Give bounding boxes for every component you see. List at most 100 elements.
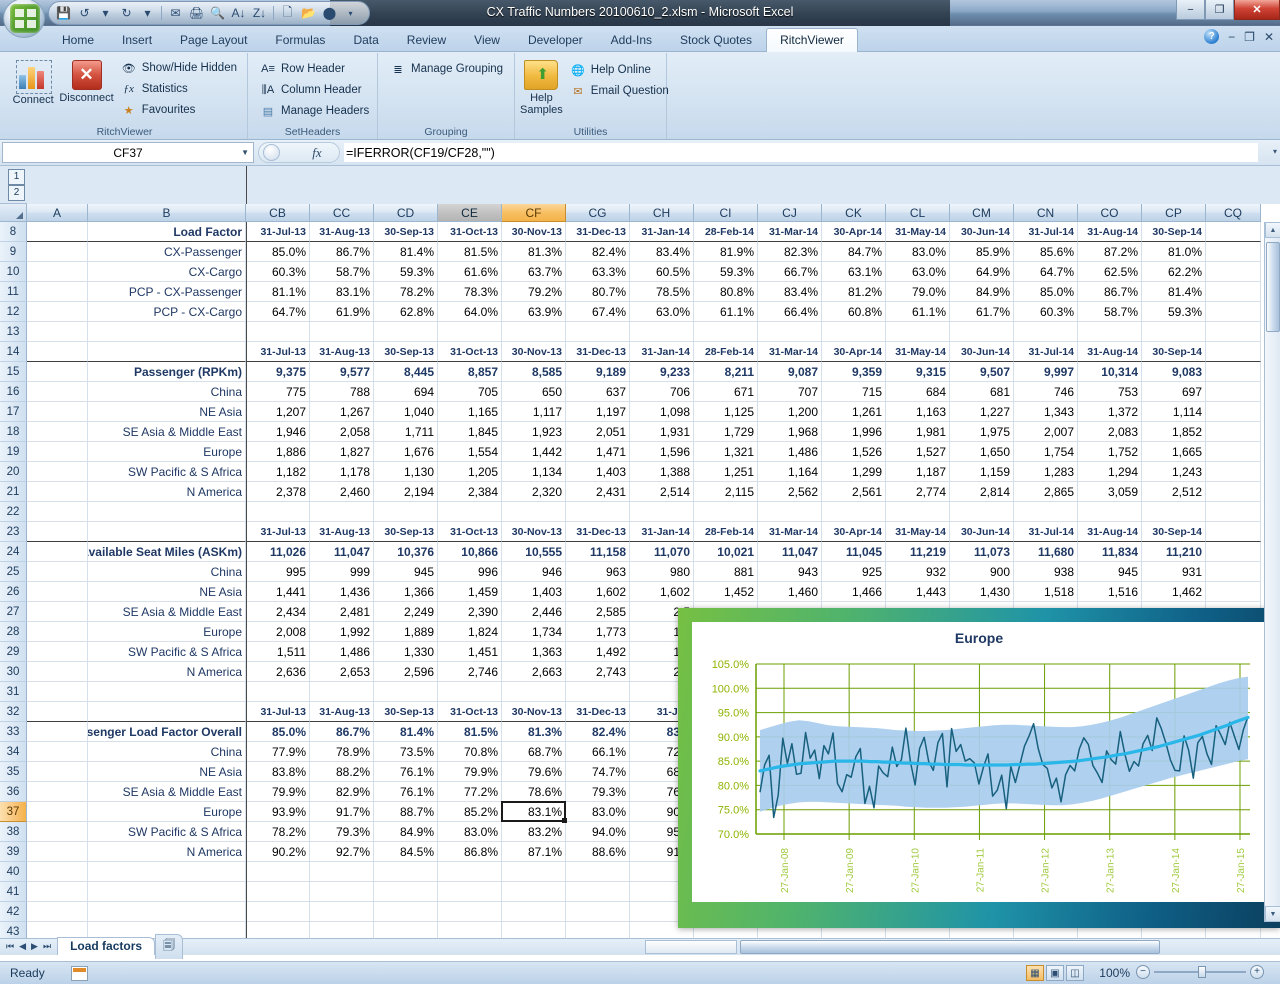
cell-CE13[interactable] xyxy=(438,322,502,342)
manage-grouping-button[interactable]: ≣ Manage Grouping xyxy=(387,60,506,78)
cell-CO13[interactable] xyxy=(1078,322,1142,342)
cell-CC23[interactable]: 31-Aug-13 xyxy=(310,522,374,542)
cell-CH26[interactable]: 1,602 xyxy=(630,582,694,602)
cell-CD8[interactable]: 30-Sep-13 xyxy=(374,222,438,242)
cell-CH8[interactable]: 31-Jan-14 xyxy=(630,222,694,242)
cell-CL12[interactable]: 61.1% xyxy=(886,302,950,322)
cell-CC14[interactable]: 31-Aug-13 xyxy=(310,342,374,362)
manage-headers-button[interactable]: ▤ Manage Headers xyxy=(257,102,372,120)
cell-CJ18[interactable]: 1,968 xyxy=(758,422,822,442)
cell-A29[interactable] xyxy=(27,642,88,662)
cell-CH15[interactable]: 9,233 xyxy=(630,362,694,382)
save-icon[interactable]: 💾 xyxy=(55,5,72,22)
cell-CG25[interactable]: 963 xyxy=(566,562,630,582)
column-header-CI[interactable]: CI xyxy=(694,204,758,222)
cell-CK11[interactable]: 81.2% xyxy=(822,282,886,302)
ribbon-tab-home[interactable]: Home xyxy=(48,28,108,52)
cell-CC12[interactable]: 61.9% xyxy=(310,302,374,322)
sort-descending-icon[interactable]: Z↓ xyxy=(251,5,268,22)
cell-CJ13[interactable] xyxy=(758,322,822,342)
cell-CJ21[interactable]: 2,562 xyxy=(758,482,822,502)
cell-CQ26[interactable] xyxy=(1206,582,1261,602)
cell-B16[interactable]: China xyxy=(88,382,246,402)
cell-CB26[interactable]: 1,441 xyxy=(246,582,310,602)
print-icon[interactable]: 🖨 xyxy=(188,5,205,22)
first-sheet-button[interactable]: ⏮ xyxy=(4,941,16,952)
zoom-level-label[interactable]: 100% xyxy=(1099,966,1130,980)
cell-CE18[interactable]: 1,845 xyxy=(438,422,502,442)
cell-CG35[interactable]: 74.7% xyxy=(566,762,630,782)
ribbon-tab-review[interactable]: Review xyxy=(393,28,460,52)
cell-CI18[interactable]: 1,729 xyxy=(694,422,758,442)
cell-A33[interactable] xyxy=(27,722,88,742)
zoom-slider[interactable]: − + xyxy=(1136,965,1264,979)
cell-CC37[interactable]: 91.7% xyxy=(310,802,374,822)
cell-CC18[interactable]: 2,058 xyxy=(310,422,374,442)
cell-CG26[interactable]: 1,602 xyxy=(566,582,630,602)
cell-CD25[interactable]: 945 xyxy=(374,562,438,582)
cell-CK14[interactable]: 30-Apr-14 xyxy=(822,342,886,362)
cell-A37[interactable] xyxy=(27,802,88,822)
cell-CL9[interactable]: 83.0% xyxy=(886,242,950,262)
cell-CL19[interactable]: 1,527 xyxy=(886,442,950,462)
cell-CC22[interactable] xyxy=(310,502,374,522)
ribbon-tab-formulas[interactable]: Formulas xyxy=(261,28,339,52)
cell-CB8[interactable]: 31-Jul-13 xyxy=(246,222,310,242)
cell-CG34[interactable]: 66.1% xyxy=(566,742,630,762)
cell-B15[interactable]: Passenger (RPKm) xyxy=(88,362,246,382)
cell-CG40[interactable] xyxy=(566,862,630,882)
cell-CF20[interactable]: 1,134 xyxy=(502,462,566,482)
cell-CL8[interactable]: 31-May-14 xyxy=(886,222,950,242)
cell-CK18[interactable]: 1,996 xyxy=(822,422,886,442)
cell-B14[interactable] xyxy=(88,342,246,362)
page-break-view-button[interactable]: ◫ xyxy=(1066,965,1084,981)
cell-CL10[interactable]: 63.0% xyxy=(886,262,950,282)
cell-CE41[interactable] xyxy=(438,882,502,902)
cell-CF25[interactable]: 946 xyxy=(502,562,566,582)
cell-CH19[interactable]: 1,596 xyxy=(630,442,694,462)
cell-CC41[interactable] xyxy=(310,882,374,902)
cell-CF16[interactable]: 650 xyxy=(502,382,566,402)
cell-CL17[interactable]: 1,163 xyxy=(886,402,950,422)
cell-CK17[interactable]: 1,261 xyxy=(822,402,886,422)
cell-CP14[interactable]: 30-Sep-14 xyxy=(1142,342,1206,362)
cell-CN11[interactable]: 85.0% xyxy=(1014,282,1078,302)
cell-CI26[interactable]: 1,452 xyxy=(694,582,758,602)
cell-CL16[interactable]: 684 xyxy=(886,382,950,402)
row-header-34[interactable]: 34 xyxy=(0,742,27,762)
cell-CH22[interactable] xyxy=(630,502,694,522)
window-restore-button[interactable]: ❐ xyxy=(1205,0,1234,20)
cell-CC28[interactable]: 1,992 xyxy=(310,622,374,642)
cell-CD10[interactable]: 59.3% xyxy=(374,262,438,282)
redo-icon[interactable]: ↻ xyxy=(118,5,135,22)
cell-CF24[interactable]: 10,555 xyxy=(502,542,566,562)
cell-CF12[interactable]: 63.9% xyxy=(502,302,566,322)
cell-CE25[interactable]: 996 xyxy=(438,562,502,582)
cell-CH9[interactable]: 83.4% xyxy=(630,242,694,262)
row-header-37[interactable]: 37 xyxy=(0,802,27,822)
cell-CD26[interactable]: 1,366 xyxy=(374,582,438,602)
cell-CG23[interactable]: 31-Dec-13 xyxy=(566,522,630,542)
row-header-30[interactable]: 30 xyxy=(0,662,27,682)
cell-CM10[interactable]: 64.9% xyxy=(950,262,1014,282)
column-header-CH[interactable]: CH xyxy=(630,204,694,222)
quick-access-toolbar[interactable]: 💾 ↺ ▾ ↻ ▾ ✉ 🖨 🔍 A↓ Z↓ 🗋 📂 ⬤ ▾ xyxy=(48,1,370,25)
cell-CJ25[interactable]: 943 xyxy=(758,562,822,582)
cell-CM23[interactable]: 30-Jun-14 xyxy=(950,522,1014,542)
previous-sheet-button[interactable]: ◀ xyxy=(17,941,28,952)
cell-CD16[interactable]: 694 xyxy=(374,382,438,402)
cell-CD33[interactable]: 81.4% xyxy=(374,722,438,742)
cell-B26[interactable]: NE Asia xyxy=(88,582,246,602)
cell-CN20[interactable]: 1,283 xyxy=(1014,462,1078,482)
cell-CI24[interactable]: 10,021 xyxy=(694,542,758,562)
row-header-12[interactable]: 12 xyxy=(0,302,27,322)
sheet-nav-buttons[interactable]: ⏮ ◀ ▶ ⏭ xyxy=(0,941,57,952)
cell-CI16[interactable]: 671 xyxy=(694,382,758,402)
cell-CC13[interactable] xyxy=(310,322,374,342)
cell-CB32[interactable]: 31-Jul-13 xyxy=(246,702,310,722)
cell-CF27[interactable]: 2,446 xyxy=(502,602,566,622)
cell-CG21[interactable]: 2,431 xyxy=(566,482,630,502)
cell-CO23[interactable]: 31-Aug-14 xyxy=(1078,522,1142,542)
cell-CP9[interactable]: 81.0% xyxy=(1142,242,1206,262)
cell-CK23[interactable]: 30-Apr-14 xyxy=(822,522,886,542)
